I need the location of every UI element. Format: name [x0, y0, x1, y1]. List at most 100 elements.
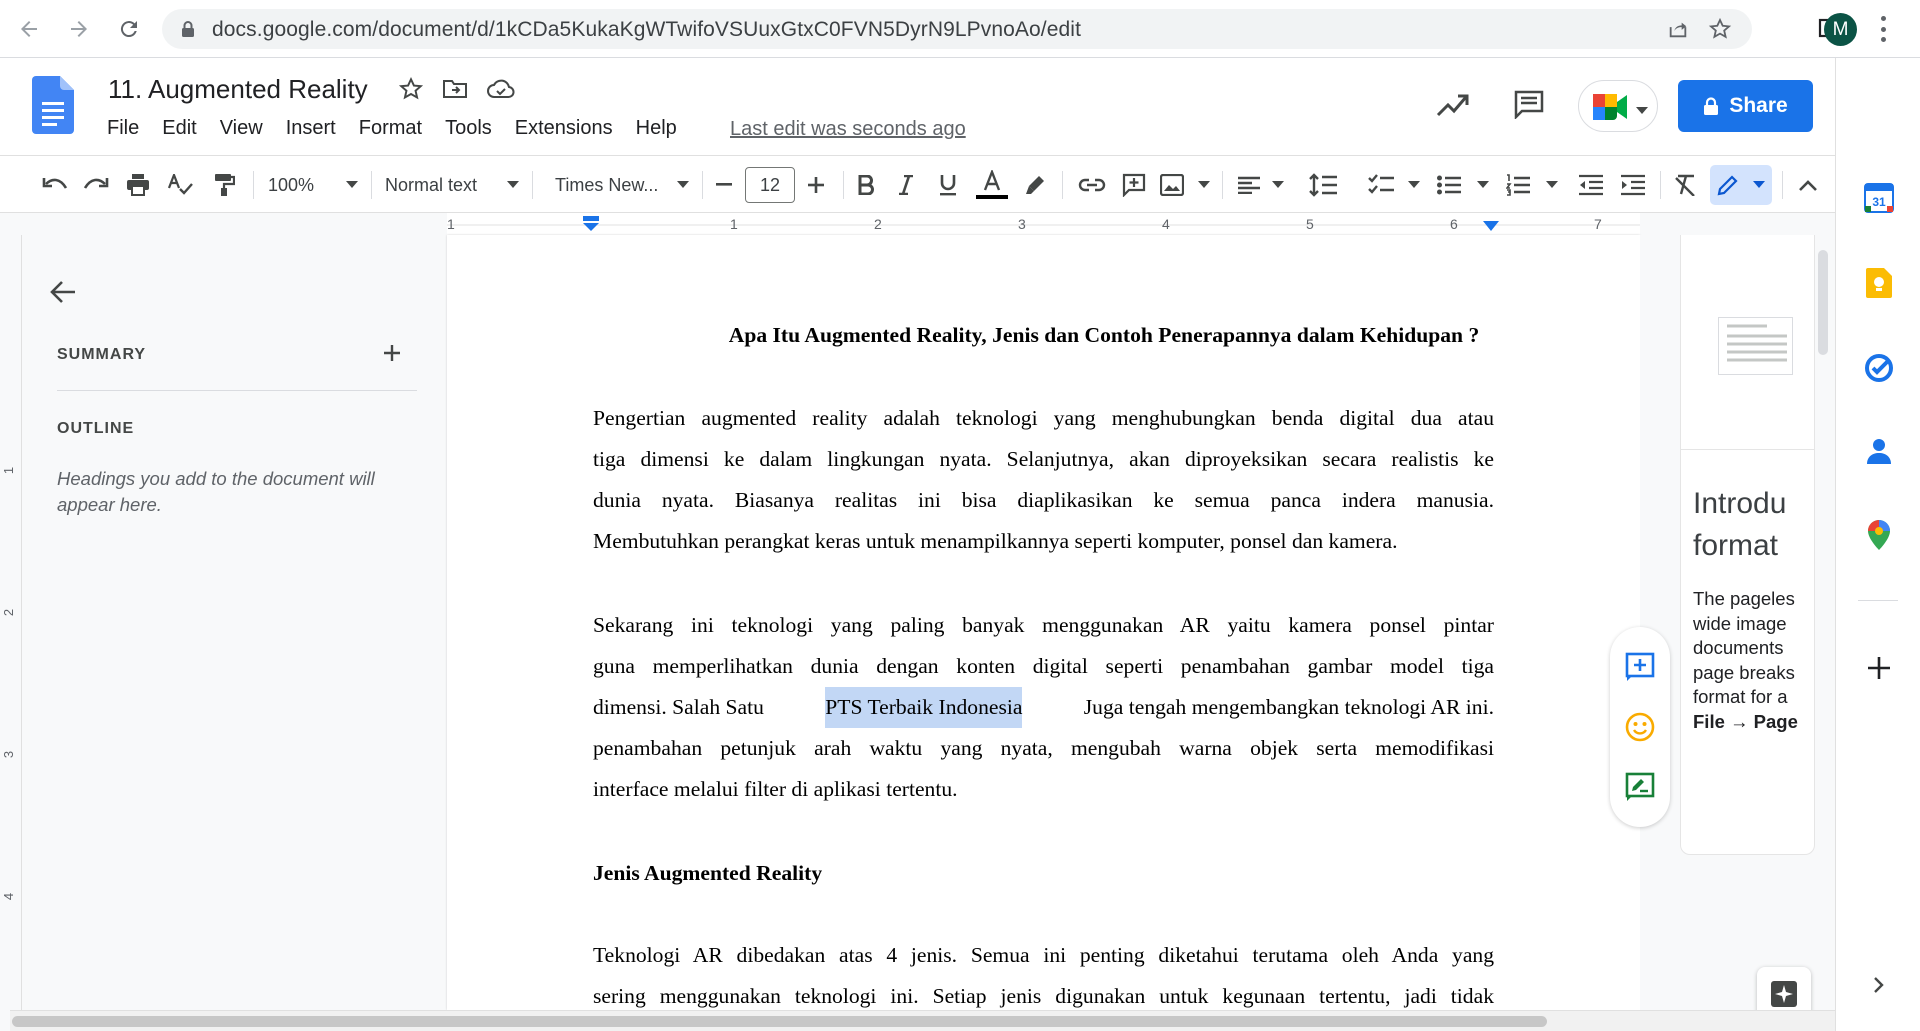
- svg-text:31: 31: [1872, 195, 1886, 209]
- menu-help[interactable]: Help: [636, 117, 677, 145]
- menu-extensions[interactable]: Extensions: [515, 117, 613, 145]
- decrease-indent-button[interactable]: [1575, 168, 1607, 202]
- paint-format-icon[interactable]: [207, 168, 241, 202]
- get-addons-icon[interactable]: [1864, 653, 1894, 683]
- menu-tools[interactable]: Tools: [445, 117, 492, 145]
- vertical-scrollbar-thumb[interactable]: [1818, 250, 1828, 355]
- menu-file[interactable]: File: [107, 117, 139, 145]
- line-spacing-button[interactable]: [1306, 168, 1340, 202]
- chevron-down-icon: [1272, 181, 1284, 188]
- decrease-font-size-button[interactable]: [709, 168, 739, 202]
- hide-menus-icon[interactable]: [1793, 168, 1823, 202]
- card-body-line: page breaks: [1693, 661, 1795, 683]
- menu-insert[interactable]: Insert: [286, 117, 336, 145]
- chevron-down-icon: [507, 181, 519, 188]
- underline-button[interactable]: [933, 168, 963, 202]
- paragraph-style-select[interactable]: Normal text: [385, 168, 519, 202]
- text-color-button[interactable]: [975, 168, 1009, 202]
- browser-profile-avatar[interactable]: M: [1824, 13, 1857, 46]
- pageless-format-card[interactable]: Introdu format The pageles wide image do…: [1680, 235, 1815, 855]
- card-preview: [1681, 235, 1814, 450]
- add-comment-button[interactable]: [1118, 168, 1150, 202]
- forward-icon[interactable]: [62, 12, 96, 46]
- highlight-color-button[interactable]: [1019, 168, 1051, 202]
- comments-icon[interactable]: [1513, 89, 1545, 124]
- editing-mode-button[interactable]: [1710, 165, 1772, 205]
- zoom-select[interactable]: 100%: [268, 168, 358, 202]
- menu-edit[interactable]: Edit: [162, 117, 196, 145]
- emoji-reaction-icon[interactable]: [1625, 712, 1655, 747]
- chevron-down-icon: [346, 181, 358, 188]
- menu-view[interactable]: View: [220, 117, 263, 145]
- cloud-saved-icon[interactable]: [487, 78, 515, 105]
- print-icon[interactable]: [121, 168, 155, 202]
- card-body-line: format for a: [1693, 686, 1788, 707]
- keep-icon[interactable]: [1864, 268, 1894, 298]
- redo-icon[interactable]: [79, 168, 113, 202]
- bulleted-list-button[interactable]: [1437, 168, 1489, 202]
- lock-icon[interactable]: [180, 20, 196, 43]
- calendar-icon[interactable]: 31: [1864, 183, 1894, 213]
- outline-placeholder: appear here.: [57, 494, 162, 515]
- toolbar-divider: [253, 171, 254, 199]
- tasks-icon[interactable]: [1864, 353, 1894, 383]
- insert-image-button[interactable]: [1160, 168, 1210, 202]
- meet-button[interactable]: [1578, 80, 1658, 132]
- add-comment-float-icon[interactable]: [1625, 652, 1655, 687]
- outline-divider: [57, 390, 417, 391]
- horizontal-scrollbar[interactable]: [10, 1010, 1835, 1031]
- maps-icon[interactable]: [1864, 520, 1894, 550]
- vruler-number: 2: [1, 608, 17, 617]
- insert-link-button[interactable]: [1075, 168, 1109, 202]
- font-size-input[interactable]: 12: [745, 167, 795, 203]
- browser-menu-icon[interactable]: [1877, 16, 1889, 42]
- selected-text[interactable]: PTS Terbaik Indonesia: [825, 687, 1023, 728]
- expand-panel-chevron-icon[interactable]: [1864, 970, 1894, 1000]
- clear-formatting-button[interactable]: [1669, 168, 1701, 202]
- font-size-value: 12: [759, 174, 781, 195]
- share-page-icon[interactable]: [1667, 18, 1689, 45]
- activity-trend-icon[interactable]: [1436, 90, 1470, 125]
- paragraph-line: dunia nyata. Biasanya realitas ini bisa …: [593, 488, 1494, 512]
- spellcheck-icon[interactable]: [164, 168, 198, 202]
- italic-button[interactable]: [891, 168, 921, 202]
- vertical-ruler[interactable]: 1 2 3 4: [0, 235, 22, 1010]
- increase-font-size-button[interactable]: [801, 168, 831, 202]
- bookmark-star-icon[interactable]: [1708, 17, 1732, 46]
- last-edit-link[interactable]: Last edit was seconds ago: [730, 118, 966, 141]
- paragraph-line: Pengertian augmented reality adalah tekn…: [593, 406, 1494, 430]
- checklist-button[interactable]: [1368, 168, 1420, 202]
- horizontal-ruler[interactable]: 1 1 2 3 4 5 6 7: [0, 213, 1835, 235]
- undo-icon[interactable]: [38, 168, 72, 202]
- menu-format[interactable]: Format: [359, 117, 422, 145]
- share-button[interactable]: Share: [1678, 80, 1813, 132]
- lock-icon: [1704, 96, 1719, 115]
- font-family-select[interactable]: Times New...: [555, 168, 689, 202]
- text-color-icon: [976, 170, 1008, 199]
- increase-indent-button[interactable]: [1617, 168, 1649, 202]
- suggest-edits-icon[interactable]: [1625, 772, 1655, 807]
- horizontal-scrollbar-thumb[interactable]: [12, 1016, 1547, 1027]
- document-outline-panel: SUMMARY OUTLINE Headings you add to the …: [22, 235, 447, 1010]
- docs-logo-icon[interactable]: [32, 76, 74, 139]
- increase-indent-icon: [1621, 174, 1645, 196]
- document-title[interactable]: 11. Augmented Reality: [108, 74, 368, 105]
- star-icon[interactable]: [398, 76, 424, 107]
- paragraph-line: tiga dimensi ke dalam lingkungan nyata. …: [593, 447, 1494, 471]
- toolbar-divider: [1062, 171, 1063, 199]
- bold-button[interactable]: [851, 168, 881, 202]
- toolbar-divider: [532, 171, 533, 199]
- vruler-number: 1: [1, 466, 17, 475]
- left-indent-marker[interactable]: [582, 216, 600, 237]
- add-summary-icon[interactable]: [382, 343, 402, 368]
- back-icon[interactable]: [12, 12, 46, 46]
- address-bar[interactable]: docs.google.com/document/d/1kCDa5KukaKgW…: [162, 9, 1752, 49]
- move-folder-icon[interactable]: [442, 77, 468, 106]
- align-button[interactable]: [1238, 168, 1284, 202]
- reload-icon[interactable]: [112, 12, 146, 46]
- document-page[interactable]: Apa Itu Augmented Reality, Jenis dan Con…: [447, 235, 1640, 1010]
- contacts-icon[interactable]: [1864, 436, 1894, 466]
- section-heading: Jenis Augmented Reality: [593, 861, 823, 885]
- numbered-list-button[interactable]: [1506, 168, 1558, 202]
- close-outline-arrow-icon[interactable]: [49, 280, 77, 309]
